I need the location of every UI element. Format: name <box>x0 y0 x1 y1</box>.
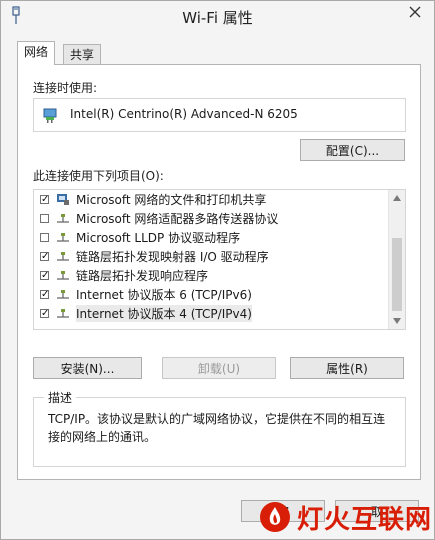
items-label: 此连接使用下列项目(O): <box>33 169 164 183</box>
flame-logo-icon <box>260 502 290 532</box>
item-checkbox[interactable]: ✓ <box>40 271 49 281</box>
item-label: 链路层拓扑发现映射器 I/O 驱动程序 <box>76 250 269 264</box>
item-label: Internet 协议版本 4 (TCP/IPv4) <box>76 305 252 322</box>
scroll-thumb[interactable] <box>392 238 402 311</box>
title-bar: Wi-Fi 属性 <box>1 1 434 31</box>
items-scrollbar[interactable] <box>388 190 405 329</box>
list-item[interactable]: ✓ 链路层拓扑发现映射器 I/O 驱动程序 <box>34 247 389 266</box>
protocol-icon <box>57 214 69 223</box>
watermark-logo: 灯火互联网 <box>259 494 434 540</box>
protocol-icon <box>57 233 69 242</box>
connect-using-label: 连接时使用: <box>33 81 98 95</box>
item-checkbox[interactable]: ✓ <box>40 252 49 262</box>
tab-sharing[interactable]: 共享 <box>63 44 102 65</box>
adapter-field: Intel(R) Centrino(R) Advanced-N 6205 <box>33 98 406 132</box>
close-button[interactable] <box>402 3 428 21</box>
protocol-icon <box>57 309 69 318</box>
item-checkbox[interactable]: ✓ <box>40 290 49 300</box>
item-checkbox[interactable]: ✓ <box>40 309 49 319</box>
window-title: Wi-Fi 属性 <box>182 9 253 27</box>
scroll-up-button[interactable] <box>389 190 405 206</box>
chevron-down-icon <box>393 318 401 324</box>
uninstall-button[interactable]: 卸载(U) <box>162 357 276 379</box>
items-list[interactable]: ✓ Microsoft 网络的文件和打印机共享 Microsoft 网络适配器多… <box>33 189 406 330</box>
item-label: Microsoft 网络的文件和打印机共享 <box>76 193 267 207</box>
protocol-icon <box>57 271 69 280</box>
description-text: TCP/IP。该协议是默认的广域网络协议，它提供在不同的相互连接的网络上的通讯。 <box>48 412 386 444</box>
network-tab-panel: 连接时使用: Intel(R) Centrino(R) Advanced-N 6… <box>17 64 421 480</box>
description-title: 描述 <box>44 389 77 406</box>
list-item[interactable]: Microsoft 网络适配器多路传送器协议 <box>34 209 389 228</box>
item-checkbox[interactable]: ✓ <box>40 195 49 205</box>
install-button[interactable]: 安装(N)... <box>33 357 142 379</box>
printer-share-icon <box>57 194 69 205</box>
item-label: Microsoft 网络适配器多路传送器协议 <box>76 212 279 226</box>
protocol-icon <box>57 252 69 261</box>
adapter-name: Intel(R) Centrino(R) Advanced-N 6205 <box>70 107 298 121</box>
properties-dialog: Wi-Fi 属性 网络 共享 连接时使用: Intel(R) Centrino(… <box>0 0 435 540</box>
list-item[interactable]: Microsoft LLDP 协议驱动程序 <box>34 228 389 247</box>
list-item[interactable]: ✓ 链路层拓扑发现响应程序 <box>34 266 389 285</box>
protocol-icon <box>57 290 69 299</box>
description-group: 描述 TCP/IP。该协议是默认的广域网络协议，它提供在不同的相互连接的网络上的… <box>33 389 406 467</box>
item-label: 链路层拓扑发现响应程序 <box>76 269 209 283</box>
item-label: Microsoft LLDP 协议驱动程序 <box>76 231 241 245</box>
properties-button[interactable]: 属性(R) <box>290 357 404 379</box>
item-checkbox[interactable] <box>40 233 49 242</box>
chevron-up-icon <box>393 195 401 201</box>
list-item[interactable]: ✓ Internet 协议版本 6 (TCP/IPv6) <box>34 285 389 304</box>
close-icon <box>409 6 421 18</box>
watermark-text: 灯火互联网 <box>297 504 433 535</box>
scroll-down-button[interactable] <box>389 313 405 329</box>
list-item[interactable]: ✓ Microsoft 网络的文件和打印机共享 <box>34 190 389 209</box>
configure-button[interactable]: 配置(C)... <box>300 139 405 161</box>
item-label: Internet 协议版本 6 (TCP/IPv6) <box>76 288 252 302</box>
network-adapter-icon <box>43 108 57 123</box>
list-item[interactable]: ✓ Internet 协议版本 4 (TCP/IPv4) <box>34 304 389 323</box>
tab-network[interactable]: 网络 <box>17 41 56 65</box>
item-checkbox[interactable] <box>40 214 49 223</box>
